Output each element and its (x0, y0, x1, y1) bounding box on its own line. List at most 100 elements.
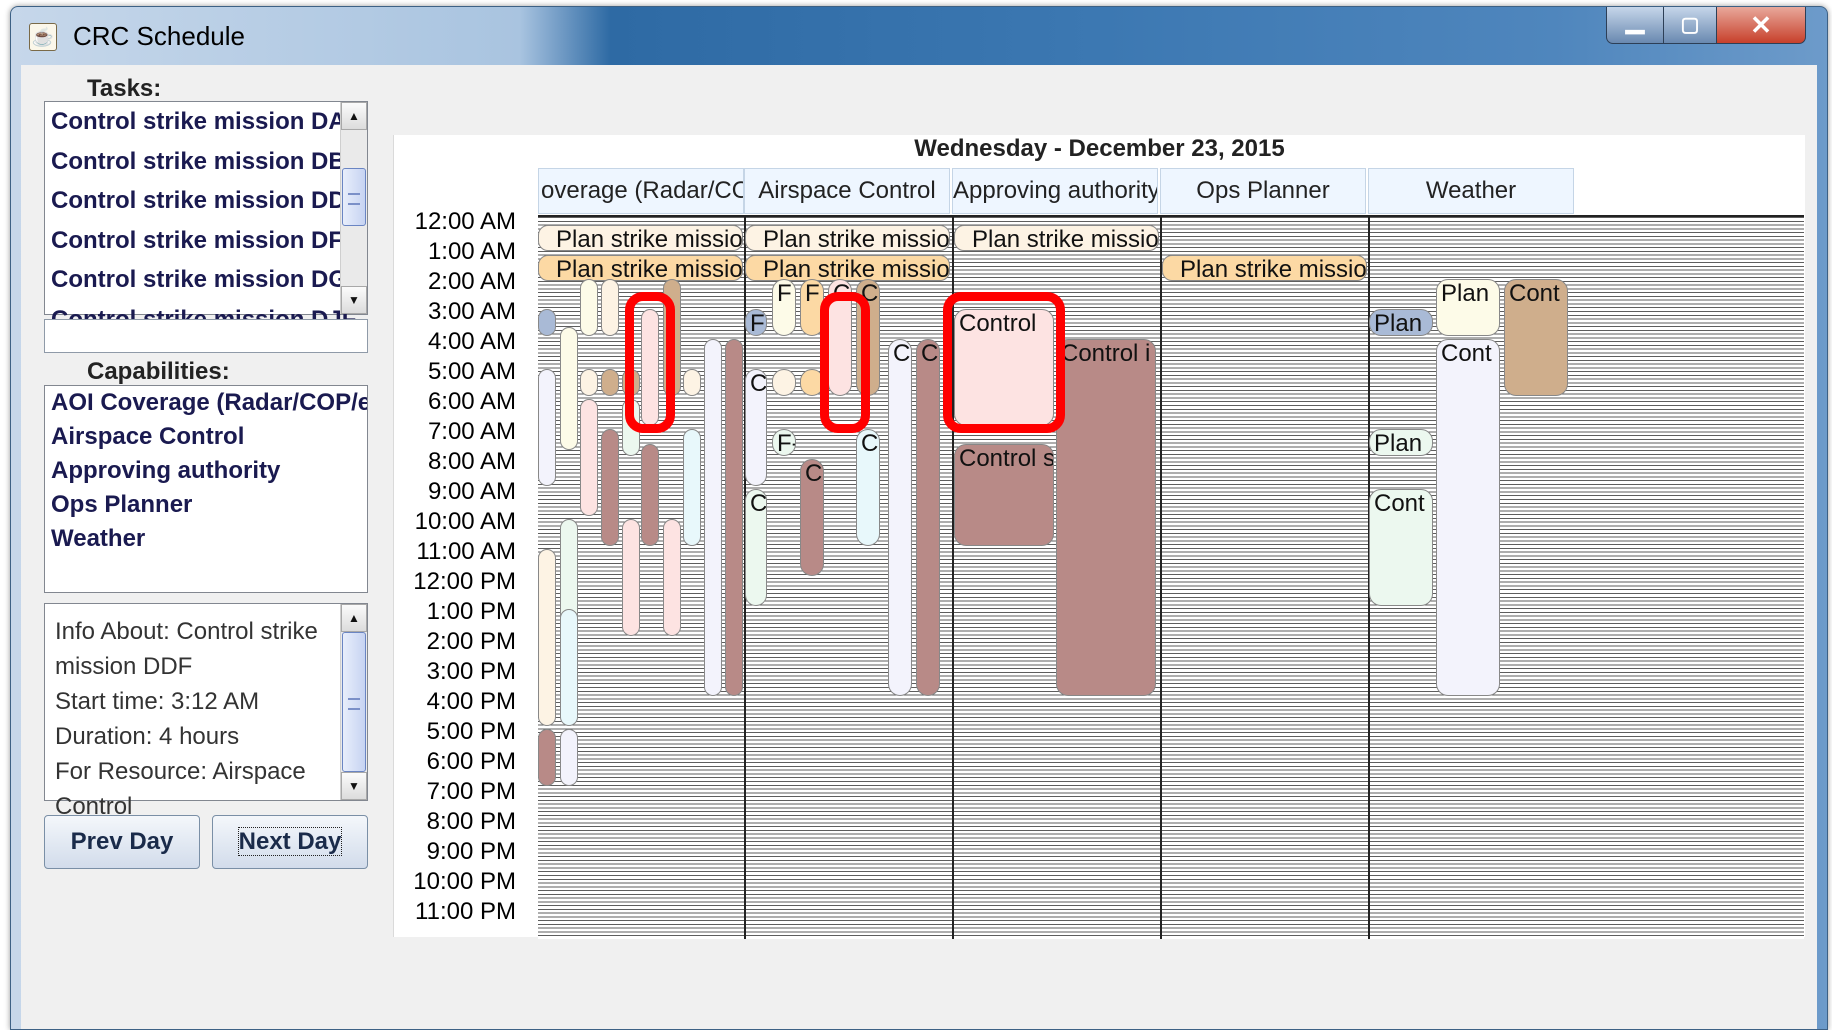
capability-item[interactable]: Airspace Control (45, 420, 367, 454)
column-header-weather[interactable]: Weather (1368, 168, 1574, 214)
time-label: 2:00 PM (426, 628, 516, 655)
capability-item[interactable]: Approving authority (45, 454, 367, 488)
scroll-down-arrow-icon[interactable]: ▼ (341, 772, 367, 800)
time-label: 11:00 PM (415, 898, 516, 925)
scroll-down-arrow-icon[interactable]: ▼ (341, 286, 367, 314)
highlight-annotation (943, 292, 1065, 433)
column-header-aoi-coverage[interactable]: overage (Radar/CO (538, 168, 744, 214)
capability-item[interactable]: Weather (45, 522, 367, 556)
task-info-text: Info About: Control strike mission DDF S… (55, 618, 318, 820)
task-item[interactable]: Control strike mission DAN (45, 102, 367, 142)
minimize-button[interactable]: ▁ (1606, 7, 1664, 44)
schedule-event[interactable]: Cont (1369, 489, 1433, 606)
schedule-event[interactable] (601, 429, 619, 546)
task-search-input[interactable] (44, 319, 368, 353)
column-header-ops-planner[interactable]: Ops Planner (1160, 168, 1366, 214)
schedule-event[interactable] (601, 279, 619, 336)
task-item[interactable]: Control strike mission DDF (45, 181, 367, 221)
schedule-event[interactable]: F (745, 309, 767, 336)
schedule-event[interactable] (601, 369, 619, 396)
client-area: Tasks: Control strike mission DAN Contro… (21, 65, 1817, 1029)
time-label: 1:00 AM (427, 238, 516, 265)
time-label: 4:00 AM (427, 328, 516, 355)
capability-item[interactable]: AOI Coverage (Radar/COP/etc. (45, 386, 367, 420)
schedule-event[interactable]: C (888, 339, 912, 696)
time-label: 1:00 PM (426, 598, 516, 625)
schedule-event[interactable]: Plan strike missio (538, 255, 743, 281)
info-scrollbar[interactable]: ▲ ▼ (340, 604, 367, 800)
schedule-event[interactable]: C (800, 459, 824, 576)
schedule-event[interactable]: C (916, 339, 940, 696)
task-item[interactable]: Control strike mission DBF (45, 142, 367, 182)
time-label: 6:00 AM (427, 388, 516, 415)
schedule-event[interactable]: C (856, 429, 880, 546)
time-label: 4:00 PM (426, 688, 516, 715)
schedule-event[interactable] (560, 327, 578, 450)
schedule-event[interactable] (683, 429, 701, 546)
time-label: 11:00 AM (416, 538, 516, 565)
scroll-thumb[interactable] (342, 168, 366, 226)
schedule-event[interactable] (683, 369, 701, 396)
task-item[interactable]: Control strike mission DGN (45, 260, 367, 300)
column-header-airspace-control[interactable]: Airspace Control (744, 168, 950, 214)
schedule-event[interactable] (580, 369, 598, 396)
tasks-list[interactable]: Control strike mission DAN Control strik… (44, 101, 368, 333)
schedule-event[interactable] (560, 729, 578, 786)
schedule-event[interactable]: Control i (1056, 339, 1156, 696)
schedule-event[interactable] (772, 369, 796, 396)
column-divider (1160, 217, 1162, 939)
schedule-event[interactable] (538, 309, 556, 336)
highlight-annotation (820, 292, 870, 433)
scroll-up-arrow-icon[interactable]: ▲ (341, 102, 367, 130)
capabilities-list[interactable]: AOI Coverage (Radar/COP/etc. Airspace Co… (44, 385, 368, 593)
title-bar: ☕ CRC Schedule ▁ ▢ ✕ (11, 7, 1827, 65)
schedule-event[interactable]: Plan strike missio (954, 225, 1159, 251)
close-button[interactable]: ✕ (1716, 7, 1806, 44)
schedule-grid[interactable]: Plan strike missio Plan strike missio Plan… (538, 215, 1804, 939)
schedule-event[interactable]: F (772, 279, 796, 336)
schedule-event[interactable] (538, 549, 556, 726)
date-header: Wednesday - December 23, 2015 (914, 135, 1285, 162)
schedule-event[interactable] (580, 279, 598, 336)
capability-item[interactable]: Ops Planner (45, 488, 367, 522)
schedule-event[interactable]: Plan (1436, 279, 1500, 336)
tasks-scrollbar[interactable]: ▲ ▼ (340, 102, 367, 314)
schedule-event[interactable]: Plan (1369, 429, 1433, 456)
maximize-button[interactable]: ▢ (1663, 7, 1717, 44)
column-header-approving-authority[interactable]: Approving authority (952, 168, 1158, 214)
time-label: 8:00 AM (427, 448, 516, 475)
time-label: 10:00 AM (414, 508, 516, 535)
schedule-event[interactable]: Cont (1504, 279, 1568, 396)
time-label: 2:00 AM (427, 268, 516, 295)
schedule-event[interactable] (580, 399, 598, 516)
schedule-event[interactable] (538, 369, 556, 486)
schedule-event[interactable]: Plan strike missio (745, 255, 950, 281)
time-label: 12:00 PM (413, 568, 516, 595)
schedule-event[interactable] (725, 339, 743, 696)
next-day-button[interactable]: Next Day (212, 815, 368, 869)
schedule-event[interactable]: F- (772, 429, 796, 456)
time-label: 6:00 PM (426, 748, 516, 775)
schedule-event[interactable]: Plan strike missio (538, 225, 743, 251)
schedule-event[interactable] (663, 519, 681, 636)
schedule-event[interactable]: Control s (954, 444, 1054, 546)
schedule-event[interactable]: Plan strike missio (1162, 255, 1367, 281)
scroll-thumb[interactable] (342, 632, 366, 772)
schedule-event[interactable] (538, 729, 556, 786)
schedule-event[interactable]: Plan (1369, 309, 1433, 336)
schedule-event[interactable] (641, 444, 659, 546)
schedule-event[interactable]: Cont (1436, 339, 1500, 696)
time-label: 3:00 AM (427, 298, 516, 325)
schedule-event[interactable]: C F (745, 369, 767, 486)
time-label: 3:00 PM (426, 658, 516, 685)
task-item[interactable]: Control strike mission DFN (45, 221, 367, 261)
prev-day-button[interactable]: Prev Day (44, 815, 200, 869)
schedule-event[interactable]: Plan strike missio (745, 225, 950, 251)
time-label: 10:00 PM (413, 868, 516, 895)
schedule-event[interactable] (560, 609, 578, 726)
schedule-event[interactable] (622, 519, 640, 636)
schedule-event[interactable] (704, 339, 722, 696)
next-day-label: Next Day (237, 827, 343, 856)
schedule-event[interactable]: C (745, 489, 767, 606)
scroll-up-arrow-icon[interactable]: ▲ (341, 604, 367, 632)
